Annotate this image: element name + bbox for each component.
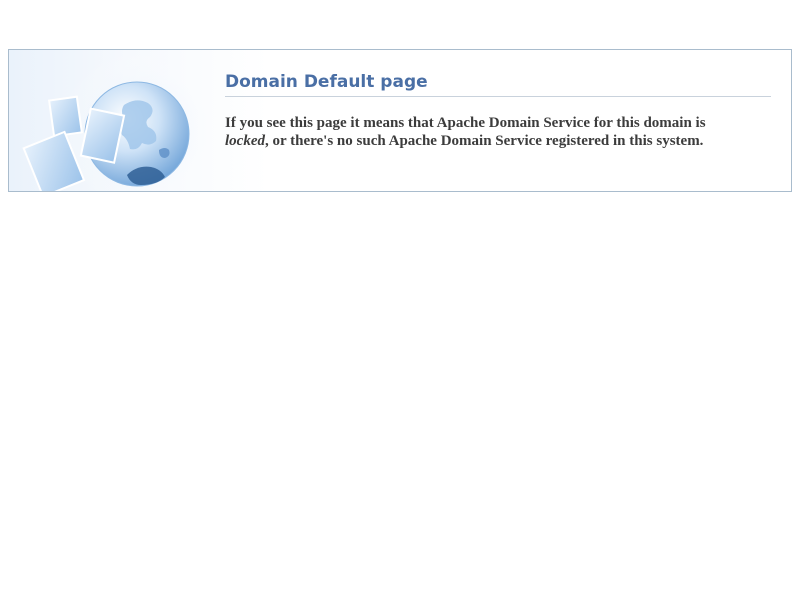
message-part-1: If you see this page it means that Apach…: [225, 115, 706, 131]
status-message: If you see this page it means that Apach…: [225, 114, 771, 150]
panel-content: Domain Default page If you see this page…: [225, 50, 771, 150]
globe-with-documents-icon: [22, 50, 219, 191]
message-part-2: , or there's no such Apache Domain Servi…: [264, 133, 704, 149]
domain-default-panel: Domain Default page If you see this page…: [8, 49, 792, 192]
page-title: Domain Default page: [225, 50, 771, 97]
message-emphasis: locked: [225, 133, 265, 149]
